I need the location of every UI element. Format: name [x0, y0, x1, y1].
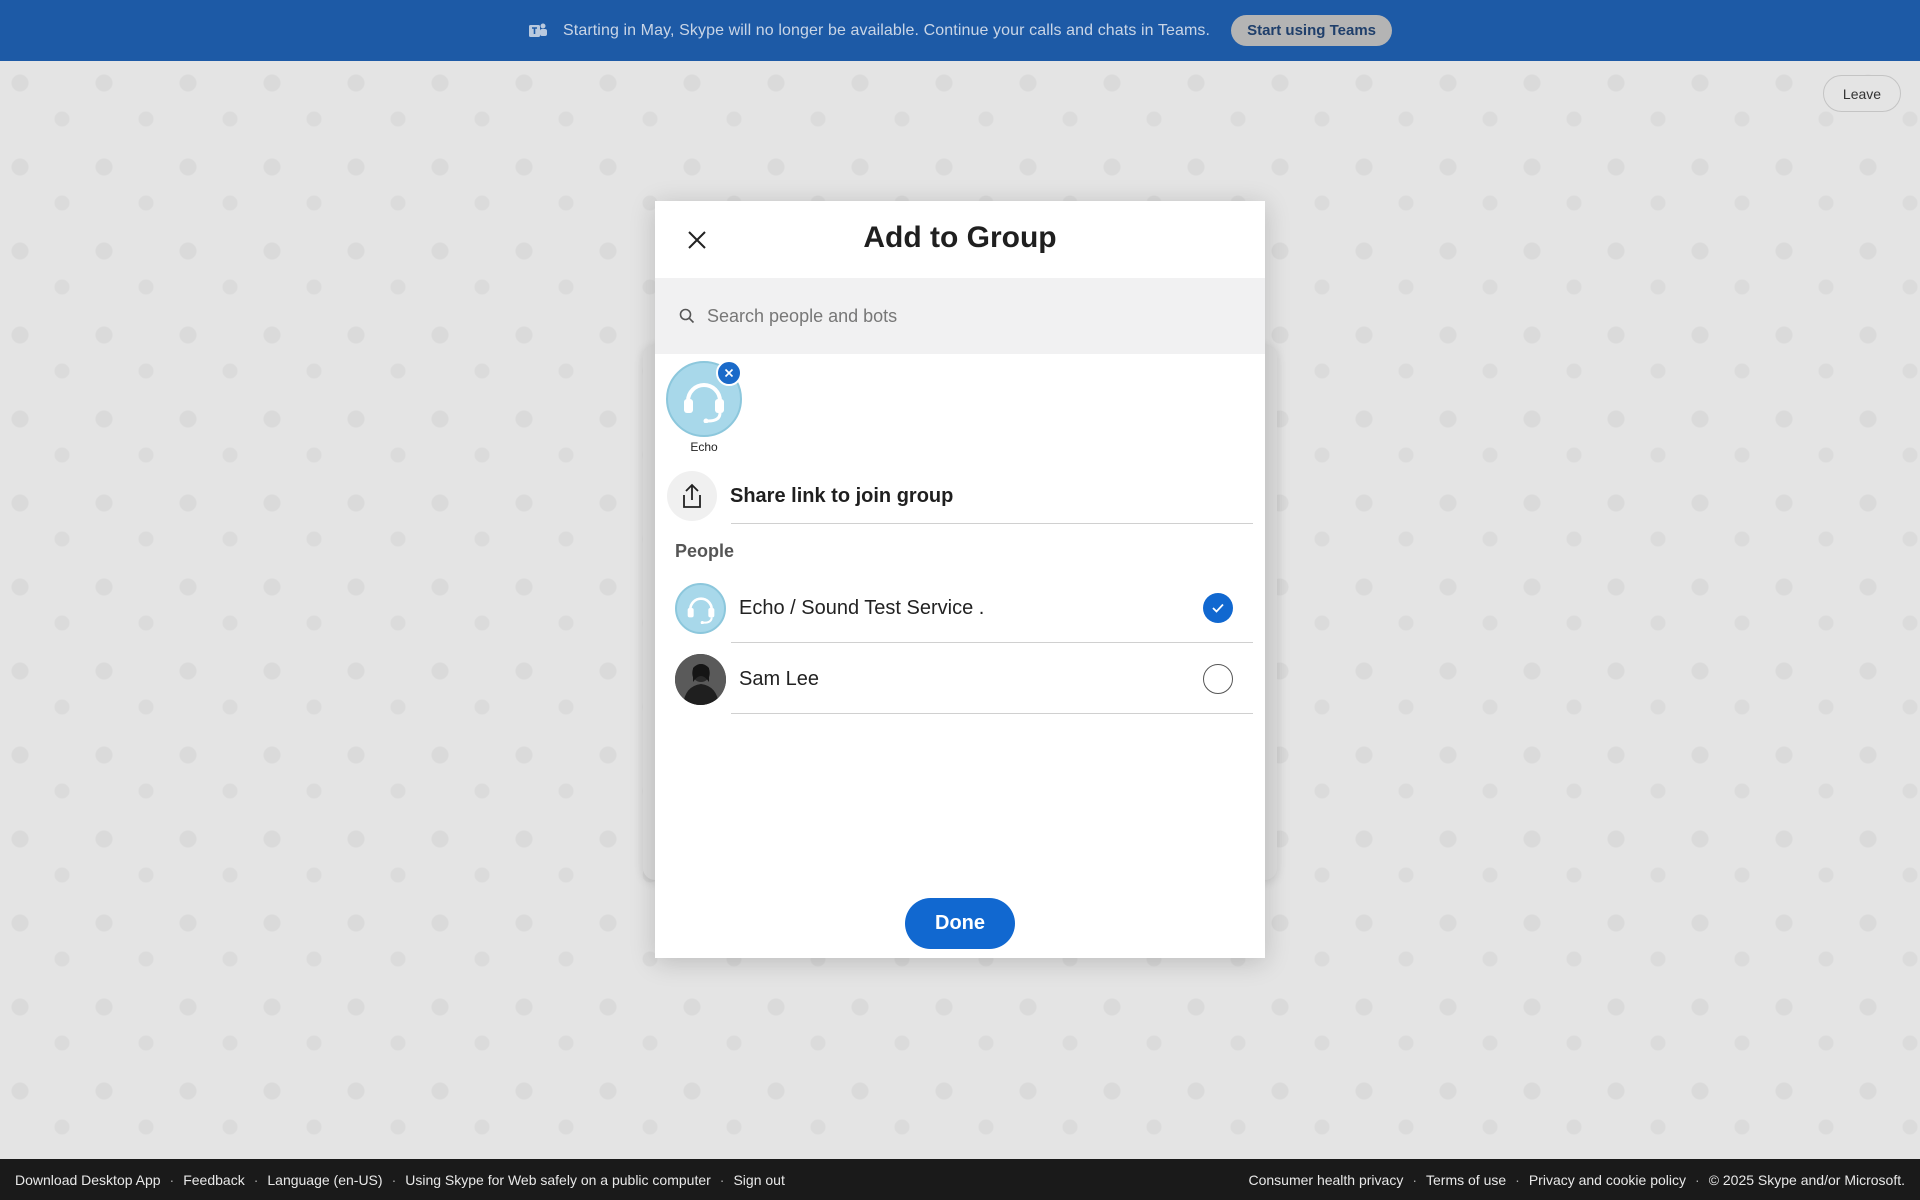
banner-message: Starting in May, Skype will no longer be… — [563, 21, 1211, 39]
footer-right-links: Consumer health privacy · Terms of use ·… — [1248, 1172, 1905, 1188]
separator: · — [1412, 1171, 1418, 1188]
check-icon — [1212, 603, 1224, 613]
avatar — [675, 653, 726, 705]
separator: · — [1515, 1171, 1520, 1188]
footer-link-sign-out[interactable]: Sign out — [733, 1172, 784, 1188]
separator: · — [1695, 1171, 1700, 1188]
list-item[interactable]: Sam Lee — [675, 644, 1253, 714]
search-input[interactable] — [707, 305, 1207, 327]
footer-link-terms[interactable]: Terms of use — [1426, 1172, 1506, 1188]
separator: · — [391, 1171, 397, 1188]
avatar — [675, 582, 726, 634]
chip-name: Echo — [690, 440, 718, 454]
separator: · — [719, 1171, 725, 1188]
footer-link-health-privacy[interactable]: Consumer health privacy — [1248, 1172, 1403, 1188]
add-to-group-dialog: Add to Group Echo — [655, 201, 1265, 958]
share-link-label: Share link to join group — [730, 484, 954, 507]
share-link-row[interactable]: Share link to join group — [667, 466, 1253, 526]
teams-icon — [528, 22, 548, 40]
done-button[interactable]: Done — [905, 898, 1015, 949]
dialog-title: Add to Group — [863, 221, 1057, 254]
close-icon — [724, 368, 734, 378]
separator: · — [253, 1171, 259, 1188]
person-photo-icon — [675, 653, 726, 705]
start-using-teams-button[interactable]: Start using Teams — [1231, 15, 1392, 46]
search-icon — [679, 308, 695, 324]
footer-link-download[interactable]: Download Desktop App — [15, 1172, 161, 1188]
selected-contact-chip: Echo — [665, 360, 743, 454]
footer-link-safety[interactable]: Using Skype for Web safely on a public c… — [405, 1172, 711, 1188]
checkbox-checked[interactable] — [1203, 593, 1233, 623]
teams-banner: Starting in May, Skype will no longer be… — [0, 0, 1920, 61]
remove-selected-button[interactable] — [716, 360, 742, 386]
footer: Download Desktop App · Feedback · Langua… — [0, 1159, 1920, 1200]
footer-link-language[interactable]: Language (en-US) — [267, 1172, 382, 1188]
dialog-header: Add to Group — [655, 201, 1265, 278]
copyright: © 2025 Skype and/or Microsoft. — [1708, 1171, 1905, 1188]
footer-left-links: Download Desktop App · Feedback · Langua… — [15, 1172, 785, 1188]
avatar — [666, 360, 742, 437]
footer-link-privacy[interactable]: Privacy and cookie policy — [1529, 1172, 1686, 1188]
headset-icon — [687, 597, 714, 624]
divider — [731, 713, 1253, 714]
people-section-label: People — [675, 541, 735, 561]
search-bar[interactable] — [655, 278, 1265, 354]
separator: · — [169, 1171, 175, 1188]
divider — [731, 523, 1253, 524]
list-item[interactable]: Echo / Sound Test Service . — [675, 573, 1253, 643]
person-name: Sam Lee — [739, 667, 820, 690]
share-icon — [667, 471, 717, 521]
footer-link-feedback[interactable]: Feedback — [183, 1172, 244, 1188]
leave-button[interactable]: Leave — [1823, 75, 1901, 112]
checkbox-unchecked[interactable] — [1203, 664, 1233, 694]
person-name: Echo / Sound Test Service . — [739, 596, 985, 619]
divider — [731, 642, 1253, 643]
